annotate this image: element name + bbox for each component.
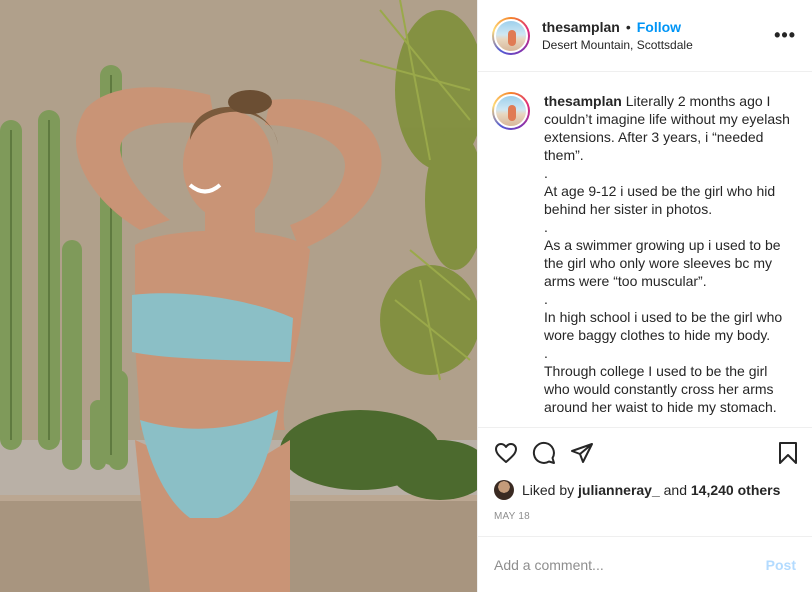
post-location[interactable]: Desert Mountain, Scottsdale bbox=[542, 36, 774, 54]
caption-paragraph: . bbox=[544, 219, 548, 235]
bookmark-icon[interactable] bbox=[776, 441, 800, 465]
caption-text: thesamplan Literally 2 months ago I coul… bbox=[544, 92, 796, 427]
caption-paragraph: At age 9-12 i used be the girl who hid b… bbox=[544, 183, 776, 217]
heart-icon[interactable] bbox=[494, 441, 518, 465]
caption-paragraph: . bbox=[544, 165, 548, 181]
separator-dot: • bbox=[625, 18, 631, 35]
caption-paragraph: In high school i used to be the girl who… bbox=[544, 309, 783, 343]
post-photo[interactable] bbox=[0, 0, 477, 592]
liker-username[interactable]: julianneray_ bbox=[578, 482, 660, 498]
author-avatar[interactable] bbox=[492, 16, 530, 55]
caption-first-line: thesamplan Literally 2 months ago I coul… bbox=[544, 93, 790, 163]
follow-button[interactable]: Follow bbox=[637, 18, 681, 36]
caption-username[interactable]: thesamplan bbox=[544, 93, 622, 109]
post-date[interactable]: MAY 18 bbox=[478, 503, 812, 536]
author-info: thesamplan • Follow Desert Mountain, Sco… bbox=[542, 18, 774, 54]
caption-paragraph: . bbox=[544, 291, 548, 307]
more-horizontal-icon[interactable]: ••• bbox=[774, 25, 796, 46]
post-comment-button[interactable]: Post bbox=[766, 557, 796, 573]
comment-icon[interactable] bbox=[532, 441, 556, 465]
comment-bar: Post bbox=[478, 536, 812, 592]
instagram-post: thesamplan • Follow Desert Mountain, Sco… bbox=[0, 0, 812, 592]
others-count[interactable]: 14,240 others bbox=[691, 482, 781, 498]
likes-summary: Liked by julianneray_ and 14,240 others bbox=[478, 477, 812, 503]
caption-paragraph: Through college I used to be the girl wh… bbox=[544, 363, 777, 415]
action-bar bbox=[478, 427, 812, 477]
post-image bbox=[0, 0, 477, 592]
liker-avatar[interactable] bbox=[494, 480, 514, 500]
post-header: thesamplan • Follow Desert Mountain, Sco… bbox=[478, 0, 812, 72]
comment-input[interactable] bbox=[494, 556, 766, 573]
caption-paragraph: . bbox=[544, 345, 548, 361]
share-icon[interactable] bbox=[570, 441, 594, 465]
caption-section: thesamplan Literally 2 months ago I coul… bbox=[478, 72, 812, 427]
caption-paragraph: As a swimmer growing up i used to be the… bbox=[544, 237, 781, 289]
author-username[interactable]: thesamplan bbox=[542, 18, 620, 36]
post-side-panel: thesamplan • Follow Desert Mountain, Sco… bbox=[477, 0, 812, 592]
caption-avatar[interactable] bbox=[492, 92, 530, 130]
